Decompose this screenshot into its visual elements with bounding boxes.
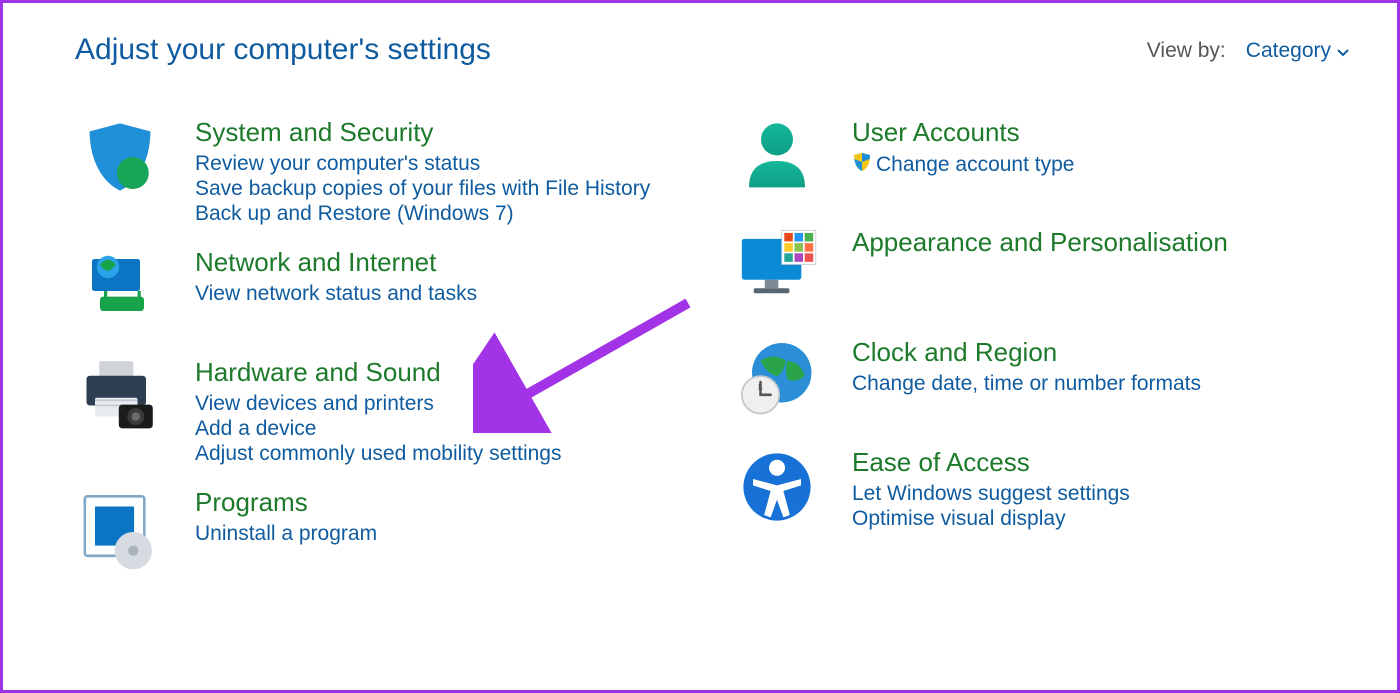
view-by-dropdown[interactable]: Category — [1246, 39, 1349, 63]
category-hardware: Hardware and Sound View devices and prin… — [75, 357, 692, 467]
ease-of-access-title[interactable]: Ease of Access — [852, 447, 1130, 478]
view-by-label: View by: — [1147, 39, 1226, 63]
link-suggest-settings[interactable]: Let Windows suggest settings — [852, 482, 1130, 506]
link-change-account-type[interactable]: Change account type — [852, 152, 1074, 178]
link-date-time-formats[interactable]: Change date, time or number formats — [852, 372, 1201, 396]
category-clock-region: L Clock and Region Change date, time or … — [732, 337, 1349, 427]
link-file-history[interactable]: Save backup copies of your files with Fi… — [195, 177, 650, 201]
view-by-container: View by: Category — [1147, 39, 1349, 63]
link-review-status[interactable]: Review your computer's status — [195, 152, 650, 176]
programs-title[interactable]: Programs — [195, 487, 377, 518]
category-appearance: Appearance and Personalisation — [732, 227, 1349, 317]
appearance-icon — [732, 227, 822, 317]
category-network: Network and Internet View network status… — [75, 247, 692, 337]
shield-icon — [75, 117, 165, 207]
link-change-account-type-text: Change account type — [876, 153, 1074, 177]
link-uninstall[interactable]: Uninstall a program — [195, 522, 377, 546]
network-icon — [75, 247, 165, 337]
globe-clock-icon: L — [732, 337, 822, 427]
network-title[interactable]: Network and Internet — [195, 247, 477, 278]
view-by-value-text: Category — [1246, 39, 1331, 63]
hardware-title[interactable]: Hardware and Sound — [195, 357, 562, 388]
right-column: User Accounts Change account type — [732, 117, 1349, 597]
system-security-title[interactable]: System and Security — [195, 117, 650, 148]
link-mobility-settings[interactable]: Adjust commonly used mobility settings — [195, 442, 562, 466]
user-icon — [732, 117, 822, 207]
programs-icon — [75, 487, 165, 577]
page-title: Adjust your computer's settings — [75, 33, 491, 67]
link-devices-printers[interactable]: View devices and printers — [195, 392, 562, 416]
user-accounts-title[interactable]: User Accounts — [852, 117, 1074, 148]
printer-camera-icon — [75, 357, 165, 447]
header-bar: Adjust your computer's settings View by:… — [75, 33, 1349, 67]
category-ease-of-access: Ease of Access Let Windows suggest setti… — [732, 447, 1349, 537]
clock-region-title[interactable]: Clock and Region — [852, 337, 1201, 368]
accessibility-icon — [732, 447, 822, 537]
uac-shield-icon — [852, 152, 872, 178]
category-user-accounts: User Accounts Change account type — [732, 117, 1349, 207]
link-add-device[interactable]: Add a device — [195, 417, 562, 441]
svg-text:L: L — [757, 382, 762, 392]
chevron-down-icon — [1337, 39, 1349, 63]
link-backup-restore[interactable]: Back up and Restore (Windows 7) — [195, 202, 650, 226]
link-optimise-display[interactable]: Optimise visual display — [852, 507, 1130, 531]
control-panel-window: Adjust your computer's settings View by:… — [0, 0, 1400, 693]
category-programs: Programs Uninstall a program — [75, 487, 692, 577]
category-system-security: System and Security Review your computer… — [75, 117, 692, 227]
link-network-status[interactable]: View network status and tasks — [195, 282, 477, 306]
appearance-title[interactable]: Appearance and Personalisation — [852, 227, 1228, 258]
categories-columns: System and Security Review your computer… — [75, 117, 1349, 597]
left-column: System and Security Review your computer… — [75, 117, 692, 597]
